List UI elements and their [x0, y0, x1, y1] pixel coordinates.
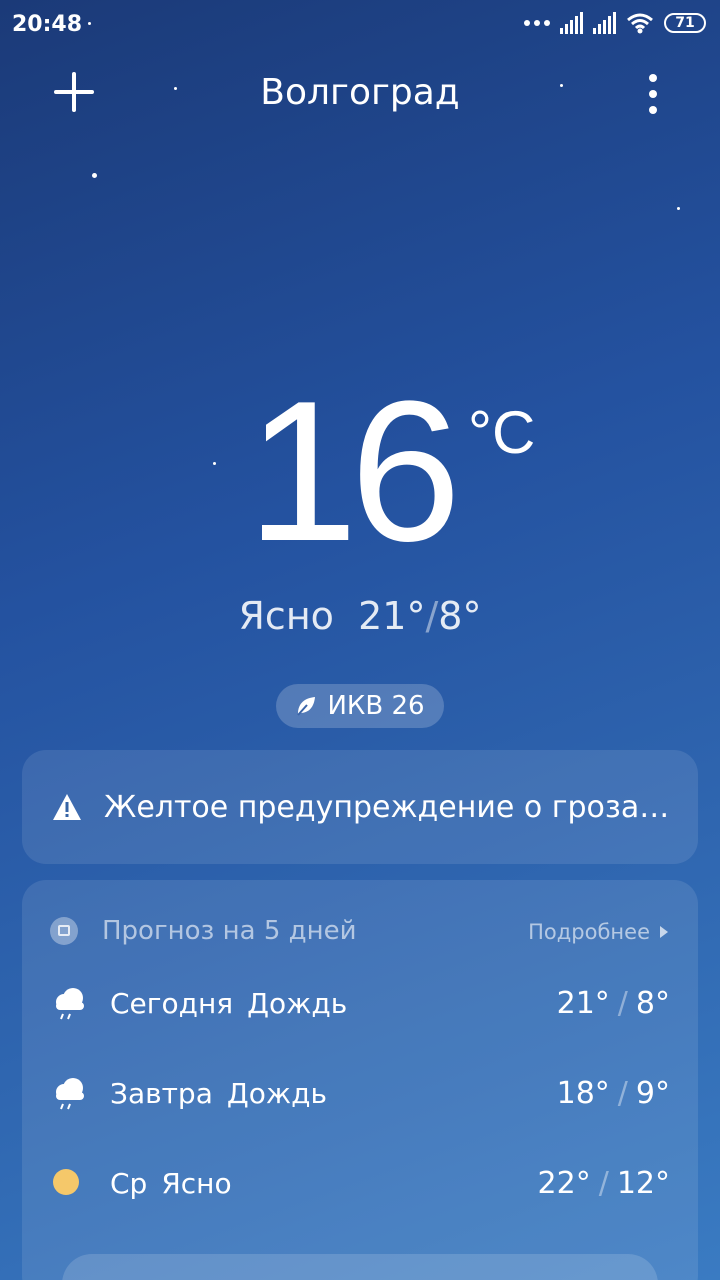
status-icons: 71 — [524, 12, 706, 34]
forecast-day: Завтра — [110, 1076, 213, 1110]
temperature-unit: °C — [468, 399, 536, 466]
forecast-low: 12° — [616, 1165, 670, 1201]
forecast-low: 8° — [635, 985, 670, 1021]
battery-icon: 71 — [664, 13, 706, 33]
bottom-action-pill[interactable] — [62, 1254, 658, 1280]
aqi-label: ИКВ 26 — [327, 691, 425, 721]
signal-icon — [593, 12, 616, 34]
more-vertical-icon[interactable] — [646, 74, 660, 114]
forecast-day-label: Сегодня Дождь — [110, 987, 347, 1020]
temp-separator: / — [425, 594, 439, 638]
forecast-low: 9° — [635, 1075, 670, 1111]
chevron-right-icon — [660, 926, 668, 938]
forecast-high: 21° — [556, 985, 610, 1021]
star-decoration — [92, 173, 97, 178]
forecast-day-label: Ср Ясно — [110, 1167, 232, 1200]
weather-warning-card[interactable]: Желтое предупреждение о грозах и ливнях — [22, 750, 698, 864]
forecast-more-label: Подробнее — [528, 920, 650, 944]
leaf-icon — [297, 697, 316, 716]
forecast-temps: 21°/8° — [556, 985, 670, 1021]
forecast-high: 22° — [537, 1165, 591, 1201]
wifi-icon — [627, 13, 653, 34]
forecast-header: Прогноз на 5 дней — [50, 916, 357, 946]
warning-text: Желтое предупреждение о грозах и ливнях — [104, 789, 684, 825]
forecast-title: Прогноз на 5 дней — [102, 916, 357, 946]
rain-icon — [56, 1078, 84, 1110]
calendar-icon — [50, 917, 78, 945]
forecast-row[interactable]: Завтра Дождь 18°/9° — [50, 1068, 670, 1118]
star-decoration — [677, 207, 680, 210]
weather-screen: 20:48 71 Волгоград 16 °C Ясно 21°/8° ИКВ… — [0, 0, 720, 1280]
notification-dots-icon — [524, 20, 550, 26]
current-temperature: 16 — [246, 360, 461, 583]
forecast-more-link[interactable]: Подробнее — [528, 920, 668, 944]
weather-summary: Ясно 21°/8° — [0, 594, 720, 638]
forecast-day: Сегодня — [110, 986, 234, 1020]
forecast-condition: Ясно — [161, 1166, 232, 1200]
forecast-day: Ср — [110, 1166, 148, 1200]
forecast-condition: Дождь — [226, 1076, 327, 1110]
current-condition: Ясно — [238, 594, 334, 638]
warning-icon — [53, 794, 81, 820]
aqi-badge[interactable]: ИКВ 26 — [276, 684, 444, 728]
status-bar: 20:48 71 — [0, 0, 720, 50]
forecast-temps: 18°/9° — [556, 1075, 670, 1111]
status-time: 20:48 — [12, 12, 83, 37]
current-high: 21° — [358, 594, 426, 638]
forecast-temps: 22°/12° — [537, 1165, 670, 1201]
forecast-row[interactable]: Сегодня Дождь 21°/8° — [50, 978, 670, 1028]
forecast-day-label: Завтра Дождь — [110, 1077, 327, 1110]
city-title[interactable]: Волгоград — [0, 72, 720, 113]
forecast-row[interactable]: Ср Ясно 22°/12° — [50, 1158, 670, 1208]
forecast-high: 18° — [556, 1075, 610, 1111]
current-low: 8° — [438, 594, 482, 638]
sun-icon — [53, 1169, 79, 1195]
signal-icon — [560, 12, 583, 34]
forecast-card: Прогноз на 5 дней Подробнее Сегодня Дождь… — [22, 880, 698, 1280]
forecast-condition: Дождь — [247, 986, 348, 1020]
rain-icon — [56, 988, 84, 1020]
